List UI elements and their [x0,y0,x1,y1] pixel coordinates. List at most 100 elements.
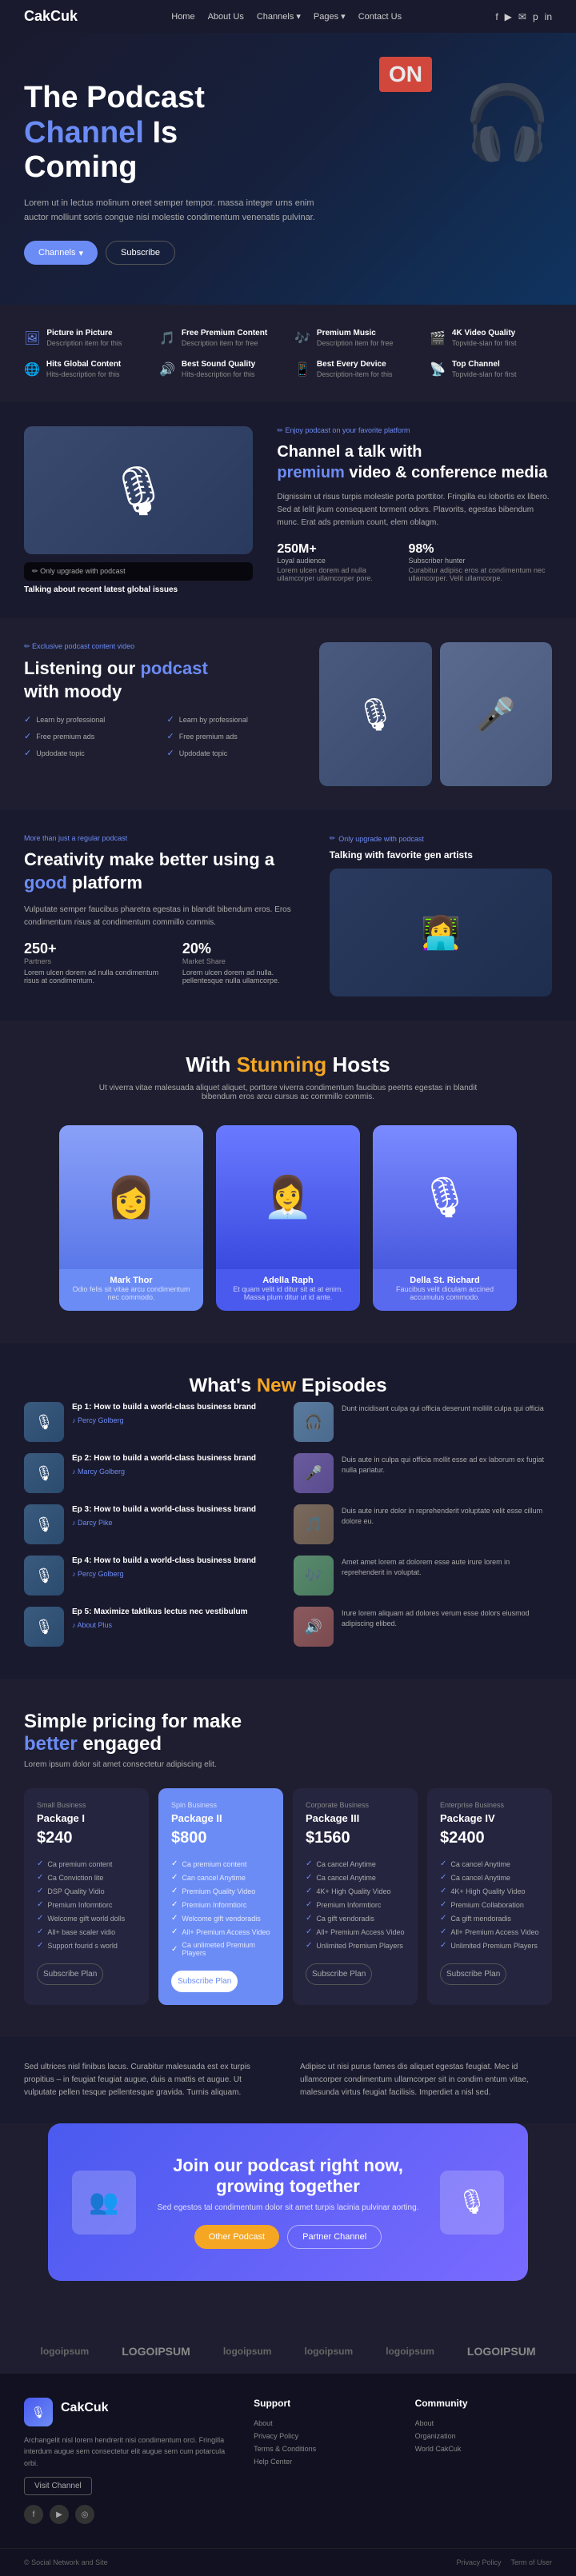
feature-title-5: Best Sound Quality [182,360,255,369]
episode-item-9: 🔊 Irure lorem aliquam ad dolores verum e… [294,1607,552,1647]
feature-icon-6: 📱 [294,361,310,377]
cta-side-left: 👥 [72,2171,136,2235]
footer-community-org[interactable]: Organization [415,2430,552,2442]
plan-feature-2-4: Ca gift vendoradis [306,1911,405,1925]
plan-feature-3-2: 4K+ High Quality Video [440,1884,539,1898]
cta-follow-btn[interactable]: Partner Channel [287,2225,382,2249]
feature-2: 🎶 Premium MusicDescription item for free [294,329,417,347]
nav-channels[interactable]: Channels [257,11,301,22]
ep-thumb-5: 🎵 [294,1504,334,1544]
pricing-grid: Small Business Package I $240 Ca premium… [24,1788,552,2005]
feature-desc-1: Description item for free [182,339,267,347]
feature-icon-0: 🖼 [24,330,40,346]
footer-support-terms[interactable]: Terms & Conditions [254,2442,390,2455]
creativity-right: ✏ Only upgrade with podcast Talking with… [330,834,552,996]
footer-community-about[interactable]: About [415,2417,552,2430]
cta-content: Join our podcast right now, growing toge… [152,2155,424,2249]
stat-loyal: 250M+ Loyal audience Lorem ulcen dorem a… [277,542,392,582]
social-yt-icon[interactable]: ▶ [505,11,512,22]
ep-thumb-9: 🔊 [294,1607,334,1647]
footer-visit-btn[interactable]: Visit Channel [24,2477,92,2495]
feature-7: 📡 Top ChannelTopvide-slan for first [430,360,552,378]
nav-about[interactable]: About Us [208,12,244,22]
navigation: CakCuk Home About Us Channels Pages Cont… [0,0,576,33]
logo-1: LOGOIPSUM [122,2345,190,2358]
subscribe-btn-1[interactable]: Subscribe Plan [171,1971,238,1992]
footer-support-about[interactable]: About [254,2417,390,2430]
logo-3: logoipsum [305,2346,354,2357]
pricing-title-accent: better [24,1733,78,1755]
feature-icon-3: 🎬 [430,330,446,346]
footer-social-yt[interactable]: ▶ [50,2505,69,2524]
feature-desc-0: Description item for this [46,339,122,347]
podcast-title-end: with moody [24,681,122,701]
feature-desc-3: Topvide-slan for first [452,339,517,347]
logo-2: logoipsum [223,2346,272,2357]
testimonial-left: Sed ultrices nisl finibus lacus. Curabit… [24,2061,276,2099]
stat-subscriber-desc: Curabitur adipisc eros at condimentum ne… [408,566,552,582]
channel-badge-icon: ✏ [32,567,38,575]
plan-price-2: $1560 [306,1829,405,1847]
nav-contact[interactable]: Contact Us [358,12,402,22]
subscribe-button[interactable]: Subscribe [106,241,175,265]
footer-support-help[interactable]: Help Center [254,2455,390,2468]
podcast-tag: ✏ Exclusive podcast content video [24,642,303,651]
host-name-2: Della St. Richard [373,1276,517,1285]
channel-title-normal: Channel a talk with [277,443,422,461]
plan-feature-3-6: Unlimited Premium Players [440,1939,539,1952]
cta-wrapper: 👥 Join our podcast right now, growing to… [0,2123,576,2329]
ep-info-0: Ep 1: How to build a world-class busines… [72,1402,256,1424]
nav-home[interactable]: Home [171,12,194,22]
plan-features-2: Ca cancel Anytime Ca cancel Anytime 4K+ … [306,1857,405,1952]
features-grid: 🖼 Picture in PictureDescription item for… [24,329,552,378]
hosts-title-end: Hosts [332,1052,390,1076]
plan-name-3: Package IV [440,1812,539,1824]
nav-pages[interactable]: Pages [314,11,346,22]
channels-button[interactable]: Channels ▾ [24,241,98,265]
on-badge: ON [379,57,432,92]
plan-feature-1-0: Ca premium content [171,1857,270,1871]
social-pin-icon[interactable]: p [533,11,538,22]
channel-badge-text: Only upgrade with podcast [40,567,126,575]
ep-thumb-1: 🎧 [294,1402,334,1442]
episodes-title: What's New Episodes [24,1375,552,1397]
plan-feature-3-0: Ca cancel Anytime [440,1857,539,1871]
pf-4: ✓Updodate topic [24,748,161,758]
social-fb-icon[interactable]: f [495,11,498,22]
nav-social: f ▶ ✉ p in [495,11,552,22]
cstat-partners-number: 250+ [24,941,166,957]
subscribe-btn-2[interactable]: Subscribe Plan [306,1963,372,1985]
episode-item-7: 🎶 Amet amet lorem at dolorem esse aute i… [294,1556,552,1596]
ep-info-2: Ep 2: How to build a world-class busines… [72,1453,256,1476]
cstat-partners: 250+ Partners Lorem ulcen dorem ad nulla… [24,941,166,984]
channel-badge: ✏ Only upgrade with podcast [24,562,253,581]
feature-icon-4: 🌐 [24,361,40,377]
stat-subscriber-label: Subscriber hunter [408,557,552,565]
creativity-title-end: platform [72,873,142,893]
footer-terms-link[interactable]: Term of User [510,2558,552,2566]
subscribe-btn-3[interactable]: Subscribe Plan [440,1963,506,1985]
hero-description: Lorem ut in lectus molinum oreet semper … [24,197,328,225]
channel-right: ✏ Enjoy podcast on your favorite platfor… [277,426,552,594]
ep-thumb-4: 🎙 [24,1504,64,1544]
episodes-section: What's New Episodes 🎙 Ep 1: How to build… [0,1343,576,1679]
footer-social-ig[interactable]: ◎ [75,2505,94,2524]
check-icon-3: ✓ [167,731,174,741]
social-in-icon[interactable]: in [545,11,552,22]
social-mail-icon[interactable]: ✉ [518,11,526,22]
cta-offer-btn[interactable]: Other Podcast [194,2225,279,2249]
footer-social-fb[interactable]: f [24,2505,43,2524]
pricing-desc: Lorem ipsum dolor sit amet consectetur a… [24,1760,552,1769]
ep-title-2: Ep 2: How to build a world-class busines… [72,1453,256,1464]
episodes-title-end: Episodes [302,1375,387,1396]
footer-privacy-link[interactable]: Privacy Policy [456,2558,501,2566]
footer-community-world[interactable]: World CakCuk [415,2442,552,2455]
host-card-1: 👩‍💼 Adella Raph Et quam velit id ditur s… [216,1125,360,1311]
creativity-section: More than just a regular podcast Creativ… [0,810,576,1020]
footer-support-privacy[interactable]: Privacy Policy [254,2430,390,2442]
pricing-card-3: Enterprise Business Package IV $2400 Ca … [427,1788,552,2005]
subscribe-btn-0[interactable]: Subscribe Plan [37,1963,103,1985]
channel-desc: Dignissim ut risus turpis molestie porta… [277,491,552,529]
plan-feature-3-5: All+ Premium Access Video [440,1925,539,1939]
podcast-title-normal: Listening our [24,658,135,678]
